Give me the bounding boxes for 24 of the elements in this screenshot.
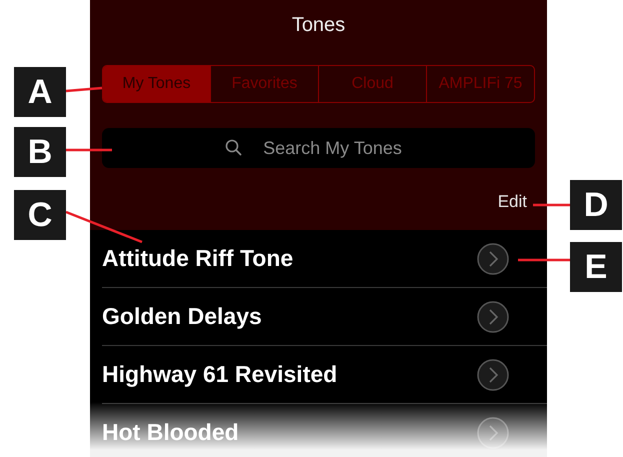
tone-name[interactable]: Hot Blooded <box>102 419 239 446</box>
chevron-circle-icon[interactable] <box>477 300 509 332</box>
chevron-circle-icon[interactable] <box>477 242 509 274</box>
callout-label: E <box>570 242 622 292</box>
leader-line <box>66 86 102 92</box>
tab[interactable]: Favorites <box>210 66 318 102</box>
callout-label: B <box>14 127 66 177</box>
screen-title: Tones <box>290 14 346 37</box>
callout-label: D <box>570 180 622 230</box>
tab[interactable]: AMPLIFi 75 <box>426 66 534 102</box>
leader-line <box>66 148 112 152</box>
callout-label: C <box>14 190 66 240</box>
leader-line <box>533 204 570 206</box>
callout-label: A <box>14 67 66 117</box>
tone-name[interactable]: Highway 61 Revisited <box>102 361 338 388</box>
chevron-circle-icon[interactable] <box>477 416 509 448</box>
search-field[interactable]: Search My Tones <box>102 128 535 168</box>
tab[interactable]: Cloud <box>318 66 426 102</box>
tab[interactable]: My Tones <box>103 66 210 102</box>
tone-name[interactable]: Attitude Riff Tone <box>102 245 294 272</box>
chevron-circle-icon[interactable] <box>477 358 509 390</box>
tone-name[interactable]: Golden Delays <box>102 303 262 330</box>
edit-button[interactable]: Edit <box>498 192 535 212</box>
leader-line <box>518 258 570 262</box>
